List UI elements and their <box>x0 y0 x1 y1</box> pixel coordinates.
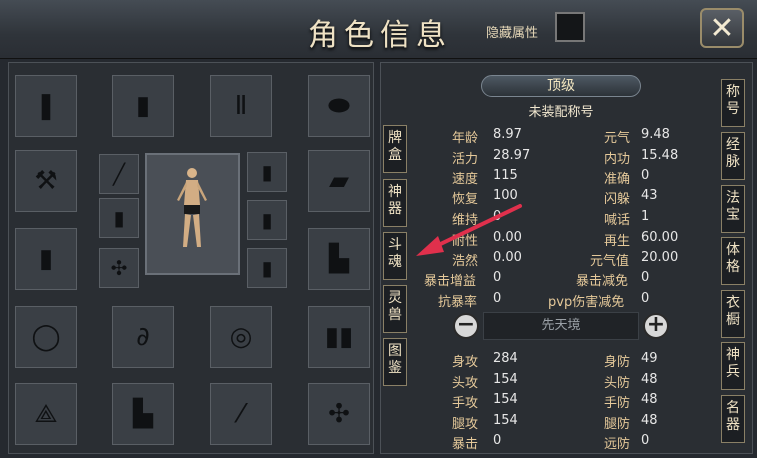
character-info-window: 角色信息 隐藏属性 ✕ ❚ ▮ Ⅱ ⬬ ⚒ ╱ ▮ ✣ ▮ ▮ ▮ ▰ ▮ ▙ … <box>0 0 757 458</box>
red-arrow-icon <box>416 204 522 256</box>
